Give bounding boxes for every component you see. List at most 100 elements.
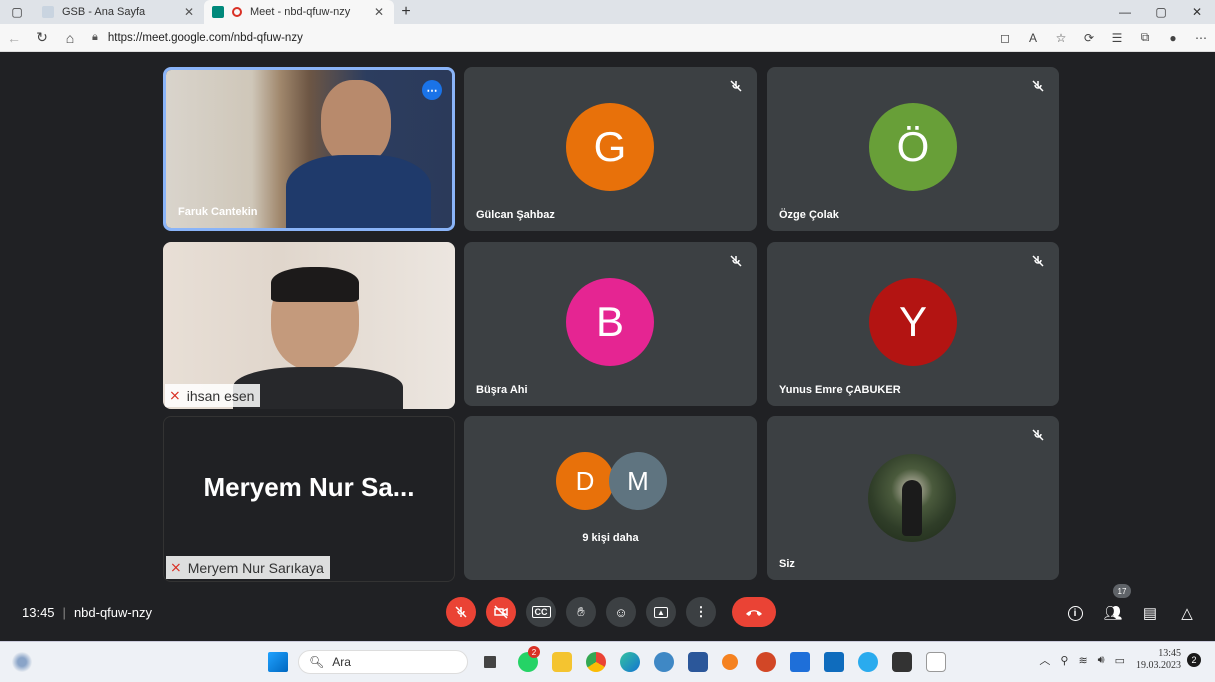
participant-tile[interactable]: Meryem Nur Sa... ⨯ Meryem Nur Sarıkaya	[163, 416, 455, 582]
self-tile[interactable]: Siz	[767, 416, 1059, 580]
chevron-up-icon[interactable]: ︿	[1039, 652, 1050, 668]
avatar-initial: M	[627, 465, 649, 496]
mail-icon[interactable]	[824, 652, 844, 672]
windows-taskbar: 🔍︎ Ara 2 ︿ ⚲ ≋ 🔊︎ ▭ 13:45 19.03.2023 2	[0, 641, 1215, 682]
powerpoint-icon[interactable]	[756, 652, 776, 672]
home-icon[interactable]: ⌂	[56, 24, 84, 52]
hand-icon: ✋︎	[577, 604, 585, 619]
app-icon[interactable]	[926, 652, 946, 672]
participant-name: Büşra Ahi	[476, 384, 528, 396]
participant-tile[interactable]: ⋯ Faruk Cantekin	[163, 67, 455, 231]
present-button[interactable]: ▲	[646, 597, 676, 627]
tab-actions-icon[interactable]: ▢	[0, 0, 34, 24]
avatar-initial: Ö	[896, 123, 930, 170]
meet-control-bar: 13:45 | nbd-qfuw-nzy CC ✋︎ ☺ ▲ ⋮ i 17 👥︎ ▤…	[0, 584, 1215, 640]
tab-meet[interactable]: Meet - nbd-qfuw-nzy ✕	[204, 0, 394, 24]
read-aloud-icon[interactable]: A	[1019, 31, 1047, 45]
more-menu-icon[interactable]: ⋯	[1187, 31, 1215, 45]
favorite-icon[interactable]: ☆	[1047, 31, 1075, 45]
chrome-icon[interactable]	[586, 652, 606, 672]
telegram-icon[interactable]	[858, 652, 878, 672]
address-bar: ← ↻ ⌂ 🔒︎ https://meet.google.com/nbd-qfu…	[0, 24, 1215, 52]
battery-icon[interactable]: ▭	[1115, 654, 1125, 667]
camera-toggle-button[interactable]	[486, 597, 516, 627]
chat-icon[interactable]: ▤	[1137, 601, 1163, 625]
participant-tile[interactable]: G Gülcan Şahbaz	[464, 67, 757, 231]
avatar: Ö	[869, 103, 957, 191]
system-tray: ︿ ⚲ ≋ 🔊︎ ▭ 13:45 19.03.2023 2	[1034, 648, 1201, 672]
person-body	[286, 155, 431, 228]
activities-icon[interactable]: △	[1174, 601, 1200, 625]
participant-name: Siz	[779, 558, 795, 570]
avatar: M	[609, 452, 667, 510]
file-explorer-icon[interactable]	[552, 652, 572, 672]
participant-tile[interactable]: Ö Özge Çolak	[767, 67, 1059, 231]
name-label: ⨯ ihsan esen	[165, 384, 261, 407]
education-icon[interactable]	[790, 652, 810, 672]
camera-off-icon	[494, 605, 508, 619]
mic-off-icon: ⨯	[170, 559, 182, 575]
profile-icon[interactable]: ●	[1159, 31, 1187, 45]
mic-toggle-button[interactable]	[446, 597, 476, 627]
task-view-icon[interactable]	[484, 656, 496, 668]
edge-icon[interactable]	[620, 652, 640, 672]
minimize-icon[interactable]: —	[1107, 0, 1143, 24]
separator: |	[62, 605, 66, 620]
avatar: B	[566, 278, 654, 366]
mic-off-icon	[730, 80, 742, 92]
start-icon[interactable]	[268, 652, 288, 672]
url-text: https://meet.google.com/nbd-qfuw-nzy	[107, 31, 303, 44]
raise-hand-button[interactable]: ✋︎	[566, 597, 596, 627]
back-icon[interactable]: ←	[0, 24, 28, 52]
notification-center-badge[interactable]: 2	[1187, 653, 1201, 667]
more-options-button[interactable]: ⋮	[686, 597, 716, 627]
url-field[interactable]: 🔒︎ https://meet.google.com/nbd-qfuw-nzy	[92, 31, 852, 44]
mic-off-icon	[1032, 429, 1044, 441]
participant-tile[interactable]: B Büşra Ahi	[464, 242, 757, 406]
weather-icon[interactable]	[12, 652, 32, 672]
more-participants-tile[interactable]: D M 9 kişi daha	[464, 416, 757, 580]
participant-tile[interactable]: Y Yunus Emre ÇABUKER	[767, 242, 1059, 406]
captions-icon: CC	[531, 606, 551, 618]
participant-name: Özge Çolak	[779, 209, 839, 221]
favorites-icon[interactable]: ☰	[1103, 31, 1131, 45]
lock-icon: 🔒︎	[92, 31, 98, 43]
usb-icon[interactable]: ⚲	[1060, 654, 1068, 667]
participants-count-badge: 17	[1113, 584, 1131, 598]
captions-button[interactable]: CC	[526, 597, 556, 627]
participant-name: Meryem Nur Sarıkaya	[187, 559, 324, 576]
word-icon[interactable]	[688, 652, 708, 672]
close-tab-icon[interactable]: ✕	[372, 5, 386, 19]
new-tab-button[interactable]: +	[394, 3, 418, 21]
reactions-button[interactable]: ☺	[606, 597, 636, 627]
whatsapp-icon[interactable]: 2	[518, 646, 540, 672]
close-tab-icon[interactable]: ✕	[182, 5, 196, 19]
meeting-details-icon[interactable]: i	[1062, 601, 1088, 625]
participants-icon[interactable]: 👥︎	[1100, 601, 1126, 625]
self-avatar	[868, 454, 956, 542]
close-window-icon[interactable]: ✕	[1179, 0, 1215, 24]
reload-icon[interactable]: ↻	[28, 24, 56, 52]
mic-off-icon	[1032, 255, 1044, 267]
person-hair	[271, 267, 359, 302]
emoji-icon: ☺	[614, 604, 628, 620]
camera-icon[interactable]: ◻	[991, 31, 1019, 45]
taskbar-search[interactable]: 🔍︎ Ara	[298, 650, 468, 674]
meet-stage: ⋯ Faruk Cantekin G Gülcan Şahbaz Ö Özge …	[0, 52, 1215, 590]
tile-more-options-icon[interactable]: ⋯	[422, 80, 442, 100]
collections-icon[interactable]: ⧉	[1131, 30, 1159, 45]
chat-app-icon[interactable]	[654, 652, 674, 672]
pdf-app-icon[interactable]	[722, 654, 738, 670]
clock[interactable]: 13:45 19.03.2023	[1136, 648, 1181, 672]
restore-icon[interactable]: ▢	[1143, 0, 1179, 24]
sticky-notes-icon[interactable]	[892, 652, 912, 672]
avatar: Y	[869, 278, 957, 366]
participant-tile[interactable]: ⨯ ihsan esen	[163, 242, 455, 409]
avatar-initial: G	[593, 123, 627, 170]
avatar: G	[566, 103, 654, 191]
wifi-icon[interactable]: ≋	[1078, 654, 1087, 667]
volume-icon[interactable]: 🔊︎	[1098, 654, 1105, 667]
refresh-icon[interactable]: ⟳	[1075, 31, 1103, 45]
leave-call-button[interactable]	[732, 597, 776, 627]
tab-gsb[interactable]: GSB - Ana Sayfa ✕	[34, 0, 204, 24]
